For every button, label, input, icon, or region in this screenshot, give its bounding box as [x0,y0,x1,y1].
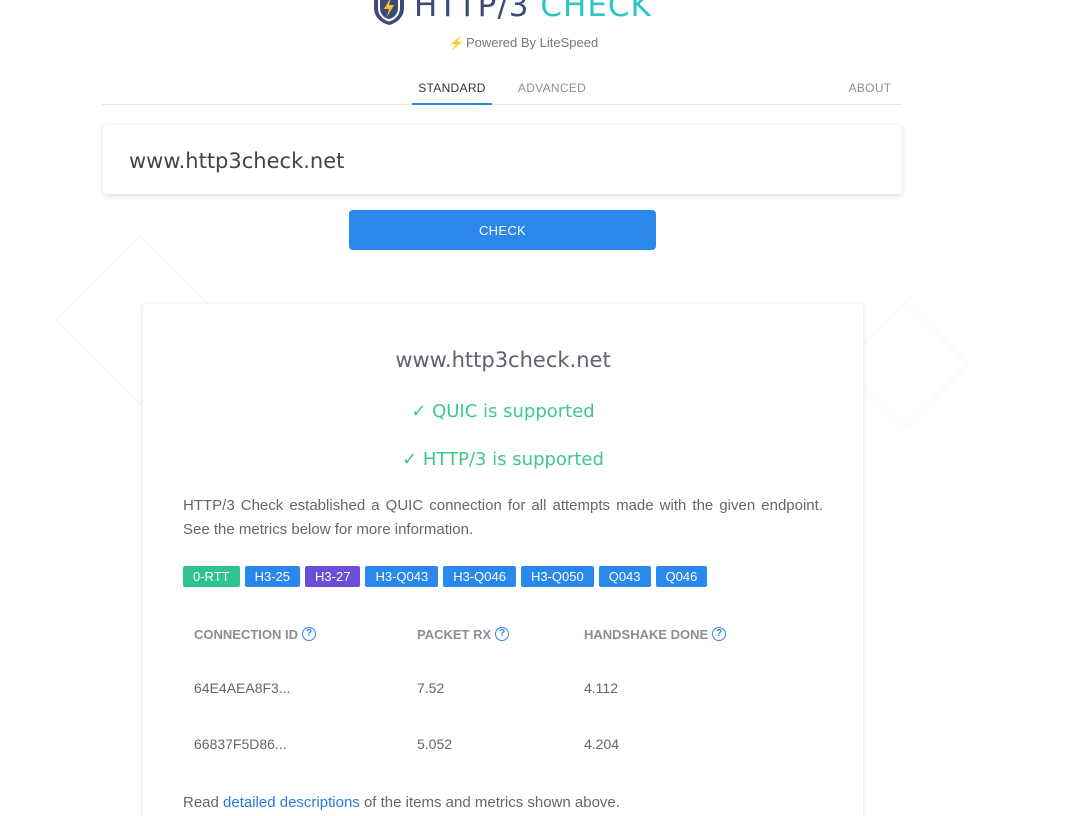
http3-support-status: ✓ HTTP/3 is supported [402,449,604,470]
check-button[interactable]: CHECK [349,210,656,250]
logo-shield-icon [374,0,404,25]
logo[interactable]: HTTP/3 CHECK [372,0,652,26]
handshake-done-cell: 4.112 [584,680,618,696]
table-row: 66837F5D86... 5.052 4.204 [183,708,823,764]
help-icon[interactable]: ? [495,627,510,641]
powered-by-text: Powered By LiteSpeed [465,35,599,50]
result-card: www.http3check.net ✓ QUIC is supported ✓… [143,304,863,816]
connection-id-cell: 66837F5D86... [194,736,287,752]
powered-by: ⚡ Powered By LiteSpeed [449,35,598,50]
badge-q046: Q046 [655,566,708,587]
url-input[interactable] [129,145,869,177]
footer-note: Read detailed descriptions of the items … [183,794,620,811]
packet-rx-cell: 7.52 [417,680,445,696]
lightning-icon: ⚡ [449,35,464,50]
table-row: 64E4AEA8F3... 7.52 4.112 [183,652,823,708]
result-description: HTTP/3 Check established a QUIC connecti… [183,497,823,538]
footer-prefix: Read [183,794,224,811]
search-card [103,125,902,194]
badge-0rtt: 0-RTT [183,566,240,587]
badge-h3-q043: H3-Q043 [365,566,439,587]
connection-id-cell: 64E4AEA8F3... [194,680,291,696]
badge-h3-q050: H3-Q050 [520,566,594,587]
header-cell: HANDSHAKE DONE ? [584,616,727,652]
tab-about[interactable]: ABOUT [842,73,898,105]
logo-text: HTTP/3 CHECK [414,0,652,26]
help-icon[interactable]: ? [302,627,316,641]
footer-suffix: of the items and metrics shown above. [359,794,620,811]
badge-q043: Q043 [598,566,651,587]
help-icon[interactable]: ? [712,627,727,641]
tab-bar: STANDARD ADVANCED ABOUT [102,73,902,105]
packet-rx-cell: 5.052 [417,736,453,752]
result-hostname: www.http3check.net [395,348,611,372]
tab-advanced[interactable]: ADVANCED [512,73,592,105]
tab-standard[interactable]: STANDARD [412,73,492,105]
handshake-done-header: HANDSHAKE DONE [584,626,709,642]
protocol-badges: 0-RTT H3-25 H3-27 H3-Q043 H3-Q046 H3-Q05… [183,566,708,587]
metrics-table: CONNECTION ID ? PACKET RX ? HANDSHAKE DO… [183,616,823,764]
packet-rx-header: PACKET RX [417,626,492,642]
quic-support-status: ✓ QUIC is supported [411,401,595,422]
page: HTTP/3 CHECK ⚡ Powered By LiteSpeed STAN… [0,0,1082,816]
header-cell: CONNECTION ID ? [194,616,316,652]
logo-check-text: CHECK [540,0,652,24]
badge-h3-q046: H3-Q046 [443,566,516,587]
badge-h3-25: H3-25 [244,566,301,587]
badge-h3-27: H3-27 [305,566,361,587]
handshake-done-cell: 4.204 [584,736,620,752]
logo-http3-text: HTTP/3 [414,0,530,24]
metrics-header-row: CONNECTION ID ? PACKET RX ? HANDSHAKE DO… [183,616,823,652]
detailed-descriptions-link[interactable]: detailed descriptions [223,794,360,811]
header-cell: PACKET RX ? [417,616,510,652]
connection-id-header: CONNECTION ID [194,626,298,642]
